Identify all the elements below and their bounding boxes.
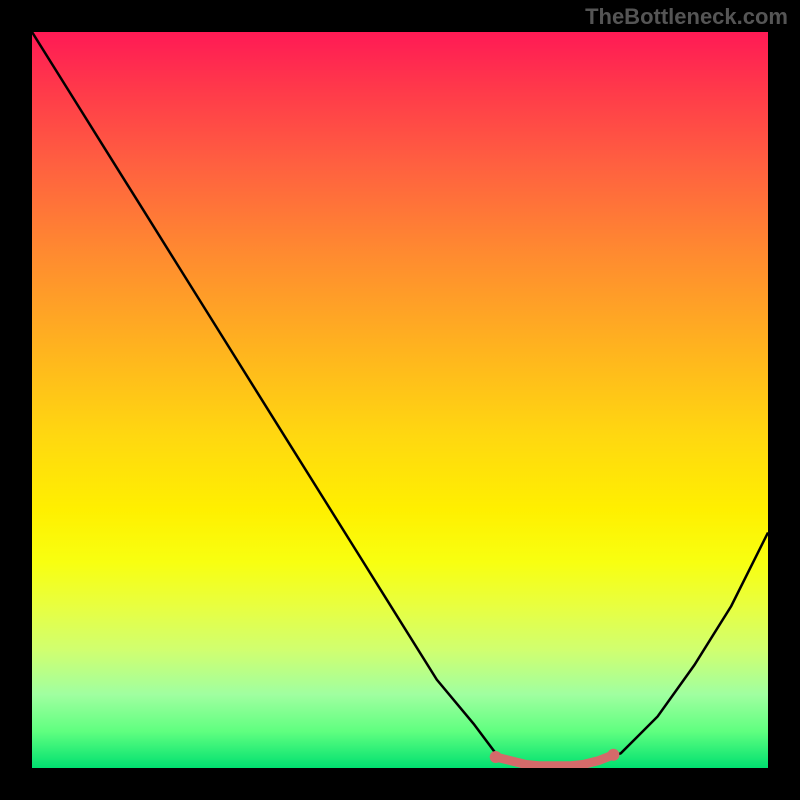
chart-svg xyxy=(32,32,768,768)
watermark-text: TheBottleneck.com xyxy=(585,4,788,30)
bottleneck-curve-line xyxy=(32,32,768,768)
chart-plot-area xyxy=(32,32,768,768)
marker-dot xyxy=(490,751,502,763)
curve-group xyxy=(32,32,768,768)
optimal-range-marker xyxy=(496,755,614,766)
marker-dot xyxy=(607,749,619,761)
